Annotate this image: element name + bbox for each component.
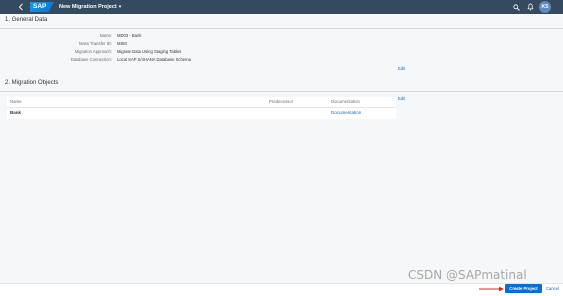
section-title-migration-objects: 2. Migration Objects bbox=[5, 80, 59, 86]
edit-migration-objects-link[interactable]: Edit bbox=[398, 96, 405, 101]
watermark: CSDN @SAPmatinal bbox=[408, 268, 527, 282]
cancel-button[interactable]: Cancel bbox=[546, 284, 559, 293]
field-value: MD03 - Bank bbox=[117, 33, 142, 38]
documentation-link[interactable]: Documentation bbox=[331, 108, 361, 118]
migration-objects-table: Name Predecessor Documentation Bank Docu… bbox=[7, 97, 396, 119]
field-label: Name: bbox=[99, 33, 112, 38]
edit-general-data-link[interactable]: Edit bbox=[398, 66, 405, 71]
table-header-divider bbox=[7, 107, 396, 108]
form-row-name: Name: MD03 - Bank bbox=[0, 32, 400, 40]
section-title-general-data: 1. General Data bbox=[5, 17, 48, 23]
app-title: New Migration Project bbox=[59, 4, 117, 10]
app-title-menu[interactable]: New Migration Project ▾ bbox=[59, 0, 121, 14]
annotation-arrow-icon bbox=[479, 286, 504, 292]
bell-icon[interactable] bbox=[525, 2, 535, 12]
back-icon[interactable] bbox=[16, 0, 26, 14]
field-label: Database Connection: bbox=[70, 57, 112, 62]
divider bbox=[0, 91, 563, 92]
search-icon[interactable] bbox=[511, 2, 521, 12]
field-label: Mass Transfer ID: bbox=[78, 41, 112, 46]
form-row-database-connection: Database Connection: Local SAP S/4HANA D… bbox=[0, 56, 400, 64]
form-row-mass-transfer-id: Mass Transfer ID: MSM bbox=[0, 40, 400, 48]
form-row-migration-approach: Migration Approach: Migrate Data Using S… bbox=[0, 48, 400, 56]
field-value: Migrate Data Using Staging Tables bbox=[117, 49, 182, 54]
field-value: Local SAP S/4HANA Database Schema bbox=[117, 57, 191, 62]
shell-bar: SAP New Migration Project ▾ KS bbox=[0, 0, 563, 14]
chevron-down-icon: ▾ bbox=[118, 4, 122, 10]
divider bbox=[0, 28, 563, 29]
create-project-button[interactable]: Create Project bbox=[505, 284, 542, 293]
avatar[interactable]: KS bbox=[539, 1, 551, 13]
table-cell-name[interactable]: Bank bbox=[10, 108, 21, 118]
sap-logo[interactable]: SAP bbox=[30, 2, 54, 12]
field-value: MSM bbox=[117, 41, 127, 46]
field-label: Migration Approach: bbox=[74, 49, 112, 54]
